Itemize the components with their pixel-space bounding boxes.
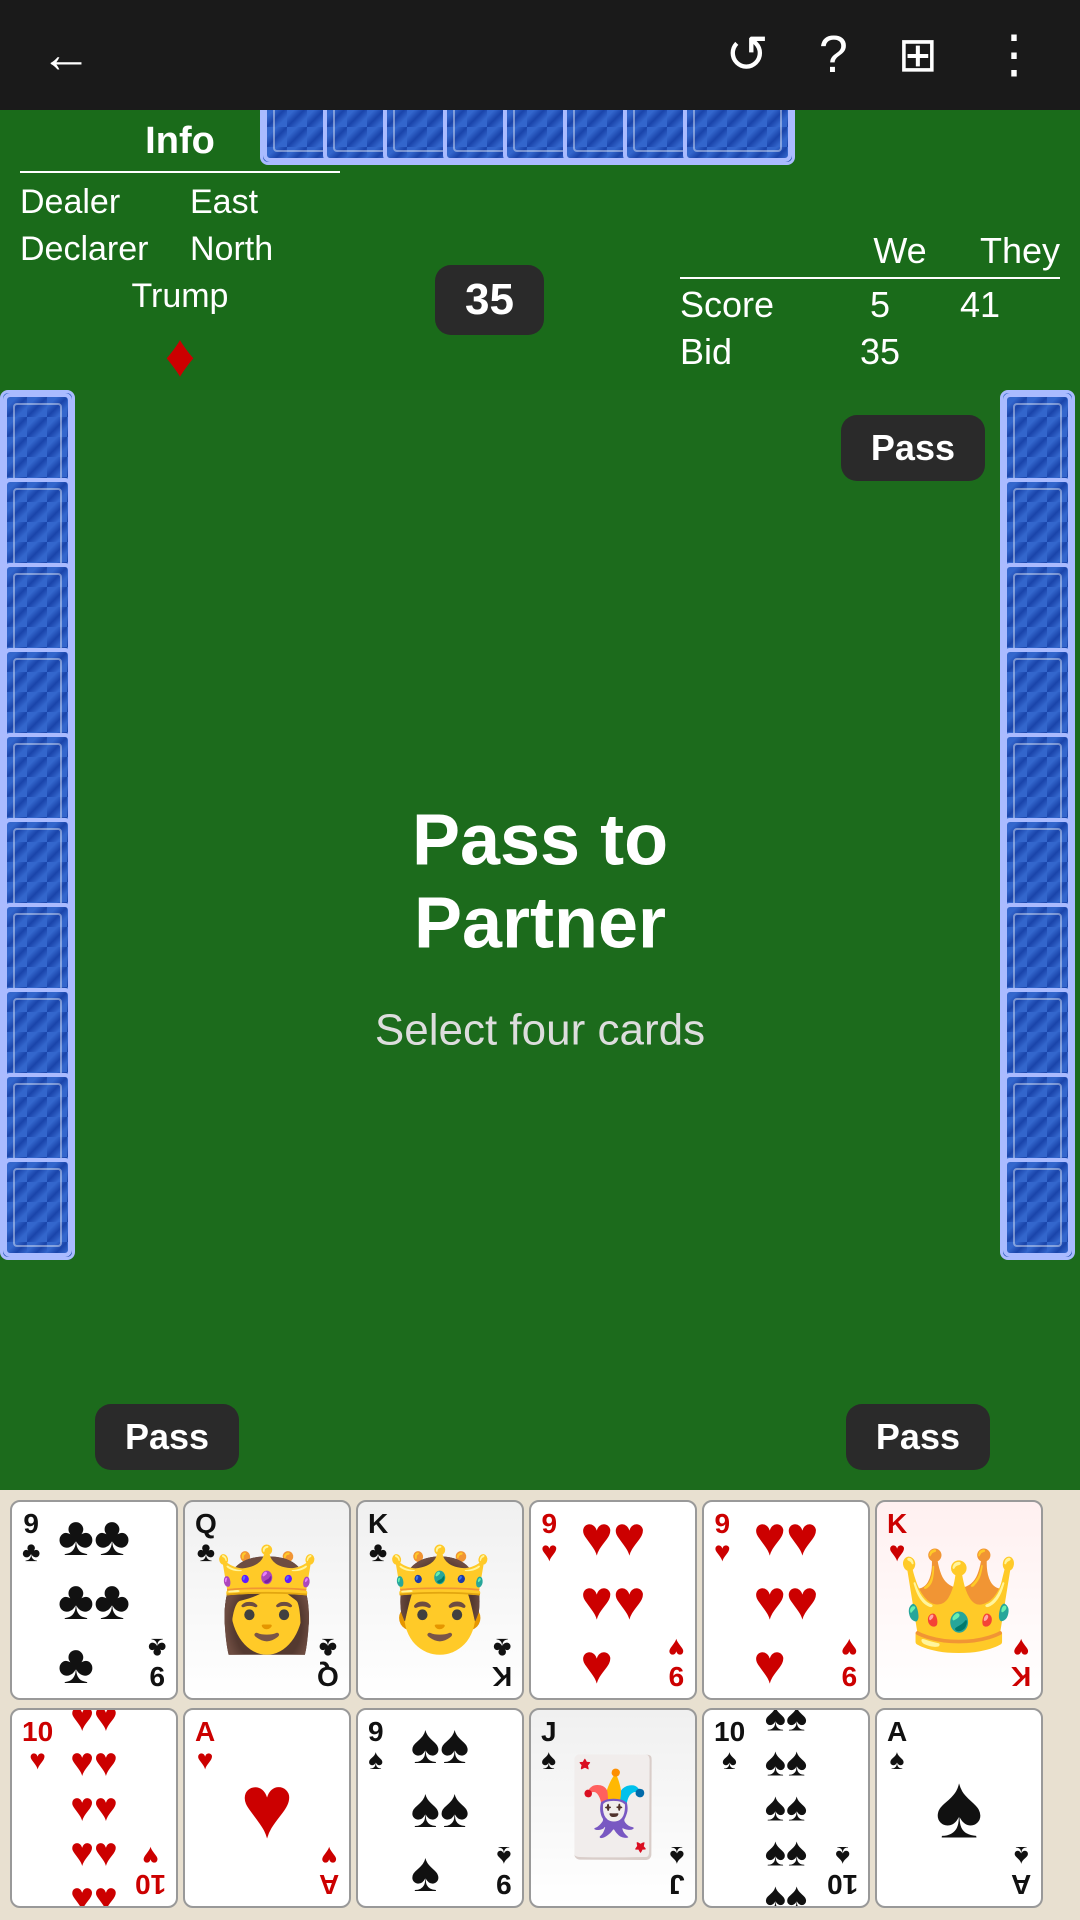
declarer-label: Declarer [20,230,190,269]
east-cards [1000,390,1080,1490]
info-panel: Info Dealer East Declarer North Trump ♦ … [0,110,1080,390]
card-9-hearts-2[interactable]: 9♥ ♥♥♥♥♥ 9♥ [702,1500,870,1700]
player-hand: 9♣ ♣♣♣♣♣ 9♣ Q♣ 👸 Q♣ K♣ 🤴 K♣ 9♥ ♥♥♥♥♥ 9♥ … [0,1490,1080,1920]
card-9-spades[interactable]: 9♠ ♠♠♠♠♠ 9♠ [356,1708,524,1908]
card-ace-spades[interactable]: A♠ ♠ A♠ [875,1708,1043,1908]
score-panel: We They Score 5 41 Bid 35 [680,230,1060,378]
they-header: They [980,230,1060,272]
card-jack-spades[interactable]: J♠ 🃏 J♠ [529,1708,697,1908]
help-icon[interactable]: ? [819,25,848,85]
game-table: Pass Pass Pass Pass toPartner Select fou… [0,390,1080,1490]
west-cards [0,390,80,1490]
pass-button-bottom-right[interactable]: Pass [846,1404,990,1470]
dealer-row: Dealer East [20,183,340,222]
dealer-value: East [190,183,258,222]
trump-suit-diamond: ♦ [165,321,196,390]
declarer-value: North [190,230,273,269]
card-queen-clubs[interactable]: Q♣ 👸 Q♣ [183,1500,351,1700]
east-card-10[interactable] [1000,1155,1075,1260]
menu-icon[interactable]: ⋮ [988,25,1040,85]
pass-to-partner-title: Pass toPartner [375,799,705,965]
top-navigation-bar: ← ↺ ? ⊞ ⋮ [0,0,1080,110]
bid-bubble: 35 [435,265,544,335]
select-cards-subtitle: Select four cards [375,1005,705,1055]
card-10-spades[interactable]: 10♠ ♠♠♠♠♠♠♠♠♠♠ 10♠ [702,1708,870,1908]
trump-section: Trump ♦ [20,277,340,390]
card-10-hearts[interactable]: 10♥ ♥♥♥♥♥♥♥♥♥♥ 10♥ [10,1708,178,1908]
we-score: 5 [840,284,920,326]
score-icon[interactable]: ⊞ [898,27,938,83]
they-score: 41 [940,284,1020,326]
we-header: We [860,230,940,272]
card-9-hearts-1[interactable]: 9♥ ♥♥♥♥♥ 9♥ [529,1500,697,1700]
west-card-10[interactable] [0,1155,75,1260]
dealer-label: Dealer [20,183,190,222]
card-ace-hearts[interactable]: A♥ ♥ A♥ [183,1708,351,1908]
card-king-hearts[interactable]: K♥ 👑 K♥ [875,1500,1043,1700]
score-label: Score [680,284,820,326]
bid-value: 35 [840,331,920,373]
pass-button-top-right[interactable]: Pass [841,415,985,481]
undo-icon[interactable]: ↺ [725,25,769,85]
back-icon[interactable]: ← [40,25,92,85]
score-header: We They [680,230,1060,279]
bid-row: Bid 35 [680,331,1060,373]
pass-button-bottom-left[interactable]: Pass [95,1404,239,1470]
card-9-clubs[interactable]: 9♣ ♣♣♣♣♣ 9♣ [10,1500,178,1700]
trump-label: Trump [132,277,229,316]
declarer-row: Declarer North [20,230,340,269]
center-message: Pass toPartner Select four cards [375,799,705,1055]
they-bid [940,331,1020,373]
score-row: Score 5 41 [680,284,1060,326]
score-header-spacer [680,230,820,272]
card-king-clubs[interactable]: K♣ 🤴 K♣ [356,1500,524,1700]
bid-label: Bid [680,331,820,373]
